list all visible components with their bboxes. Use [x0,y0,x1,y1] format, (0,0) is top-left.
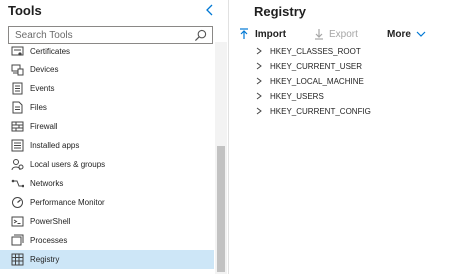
chevron-left-icon [206,4,213,16]
tool-item-label: Files [30,103,47,112]
tool-item-label: Certificates [30,47,71,56]
tool-item-registry[interactable]: Registry [0,250,214,269]
tool-item-label: Installed apps [30,141,80,150]
devices-icon [10,63,24,77]
export-label: Export [329,28,358,40]
tool-item-processes[interactable]: Processes [0,231,214,250]
tool-item-powershell[interactable]: PowerShell [0,212,214,231]
import-icon [240,28,248,39]
tools-header: Tools [0,0,229,22]
tree-node-hkey-current-config[interactable]: HKEY_CURRENT_CONFIG [254,104,371,118]
performance-icon [10,196,24,210]
export-icon [315,29,323,40]
tree-node-label: HKEY_CURRENT_USER [270,61,363,71]
chevron-right-icon[interactable] [254,106,264,116]
tool-item-devices[interactable]: Devices [0,60,214,79]
installed-apps-icon [10,139,24,153]
chevron-down-icon [416,31,426,37]
tree-node-label: HKEY_CURRENT_CONFIG [270,106,371,116]
chevron-right-icon[interactable] [254,46,264,56]
powershell-icon [10,215,24,229]
tool-item-label: Events [30,84,55,93]
tool-item-events[interactable]: Events [0,79,214,98]
export-button[interactable]: Export [314,26,358,42]
chevron-right-icon[interactable] [254,61,264,71]
tool-item-label: Devices [30,65,59,74]
tree-node-label: HKEY_USERS [270,91,324,101]
processes-icon [10,234,24,248]
tool-item-certificates[interactable]: Certificates [0,42,214,61]
tool-item-label: Registry [30,255,60,264]
import-label: Import [255,28,287,40]
chevron-right-icon[interactable] [254,91,264,101]
tool-item-label: Performance Monitor [30,198,105,207]
files-icon [10,101,24,115]
page-title: Registry [254,4,307,19]
tools-list: Certificates Devices Events Files Firewa… [0,42,214,274]
tool-item-networks[interactable]: Networks [0,174,214,193]
tools-scrollbar-thumb[interactable] [217,146,225,272]
more-label: More [387,28,411,40]
certificate-icon [10,45,24,59]
tree-node-hkey-current-user[interactable]: HKEY_CURRENT_USER [254,59,362,73]
events-icon [10,82,24,96]
more-button[interactable]: More [387,26,426,42]
chevron-right-icon[interactable] [254,76,264,86]
tools-title: Tools [8,3,42,18]
registry-pane: Registry Import Export More HKEY_CLASSES… [230,0,474,274]
collapse-pane-button[interactable] [202,2,218,18]
tool-item-label: Networks [30,179,64,188]
tool-item-files[interactable]: Files [0,98,214,117]
users-icon [10,158,24,172]
search-icon[interactable] [194,29,207,42]
tool-item-label: Firewall [30,122,58,131]
tool-item-installed-apps[interactable]: Installed apps [0,136,214,155]
firewall-icon [10,120,24,134]
tree-node-label: HKEY_LOCAL_MACHINE [270,76,364,86]
tree-node-hkey-classes-root[interactable]: HKEY_CLASSES_ROOT [254,44,361,58]
tree-node-hkey-users[interactable]: HKEY_USERS [254,89,324,103]
tool-item-performance-monitor[interactable]: Performance Monitor [0,193,214,212]
tool-item-label: Local users & groups [30,160,106,169]
tree-node-hkey-local-machine[interactable]: HKEY_LOCAL_MACHINE [254,74,364,88]
search-tools-input[interactable] [9,27,189,43]
network-icon [10,177,24,191]
tools-pane: Tools Certificates Devices [0,0,229,274]
registry-toolbar: Import Export More [230,26,474,44]
tool-item-label: Processes [30,236,68,245]
tool-item-firewall[interactable]: Firewall [0,117,214,136]
registry-icon [10,253,24,267]
import-button[interactable]: Import [239,26,286,42]
tool-item-label: PowerShell [30,217,71,226]
tree-node-label: HKEY_CLASSES_ROOT [270,46,361,56]
tool-item-local-users-groups[interactable]: Local users & groups [0,155,214,174]
